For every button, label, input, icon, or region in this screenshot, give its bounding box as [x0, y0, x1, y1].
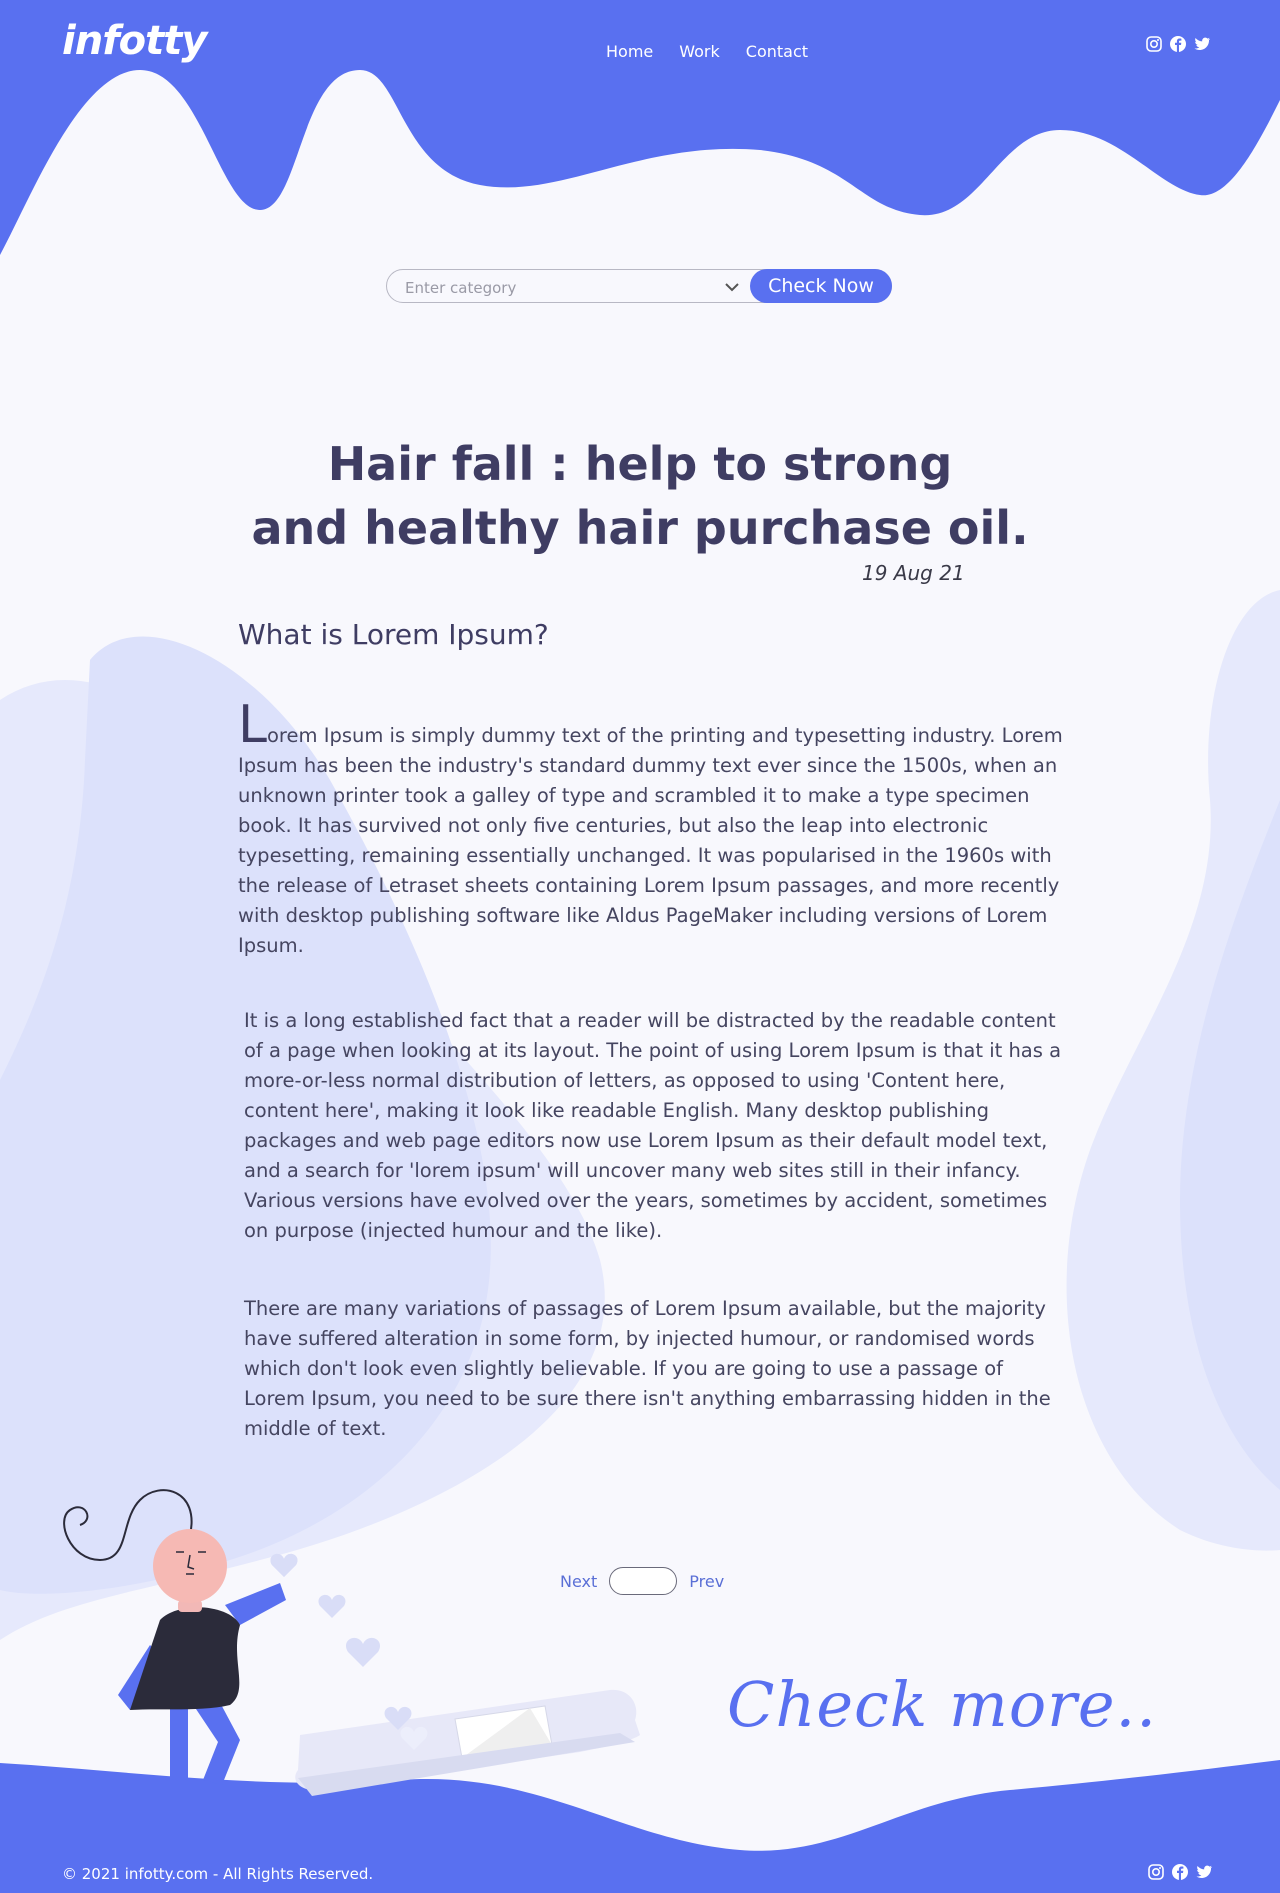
category-input[interactable]	[403, 276, 747, 300]
twitter-icon[interactable]	[1193, 35, 1211, 53]
instagram-icon[interactable]	[1145, 35, 1163, 53]
twitter-icon[interactable]	[1195, 1863, 1213, 1881]
facebook-icon[interactable]	[1171, 1863, 1189, 1881]
footer-copyright: © 2021 infotty.com - All Rights Reserved…	[62, 1865, 374, 1883]
phone-illustration	[295, 1689, 640, 1796]
article-title: Hair fall : help to strong and healthy h…	[200, 432, 1080, 560]
article-title-line2: and healthy hair purchase oil.	[251, 501, 1029, 555]
site-logo[interactable]: infotty	[62, 18, 207, 64]
social-links-header	[1145, 35, 1211, 53]
facebook-icon[interactable]	[1169, 35, 1187, 53]
category-search: Check Now	[386, 269, 892, 303]
article-date: 19 Aug 21	[862, 561, 965, 585]
check-more-link[interactable]: Check more..	[727, 1668, 1157, 1741]
nav-work[interactable]: Work	[679, 42, 720, 61]
page-number-box[interactable]	[609, 1567, 678, 1595]
chevron-down-icon[interactable]	[717, 272, 747, 302]
instagram-icon[interactable]	[1147, 1863, 1165, 1881]
social-links-footer	[1147, 1863, 1213, 1881]
hearts-decoration	[270, 1553, 428, 1750]
nav-contact[interactable]: Contact	[746, 42, 808, 61]
article-heading: What is Lorem Ipsum?	[238, 618, 549, 651]
next-link[interactable]: Next	[560, 1572, 597, 1591]
main-nav: Home Work Contact	[606, 42, 808, 61]
prev-link[interactable]: Prev	[689, 1572, 724, 1591]
article-paragraph-2: It is a long established fact that a rea…	[244, 1009, 1062, 1242]
article-paragraph-3: There are many variations of passages of…	[244, 1297, 1051, 1440]
article-paragraph-1: Lorem Ipsum is simply dummy text of the …	[238, 699, 1063, 961]
pagination: Next Prev	[560, 1567, 724, 1595]
drop-cap: L	[238, 695, 267, 755]
nav-home[interactable]: Home	[606, 42, 653, 61]
check-now-button[interactable]: Check Now	[750, 269, 892, 303]
article-title-line1: Hair fall : help to strong	[327, 437, 953, 491]
paragraph-1-text: orem Ipsum is simply dummy text of the p…	[238, 724, 1063, 957]
